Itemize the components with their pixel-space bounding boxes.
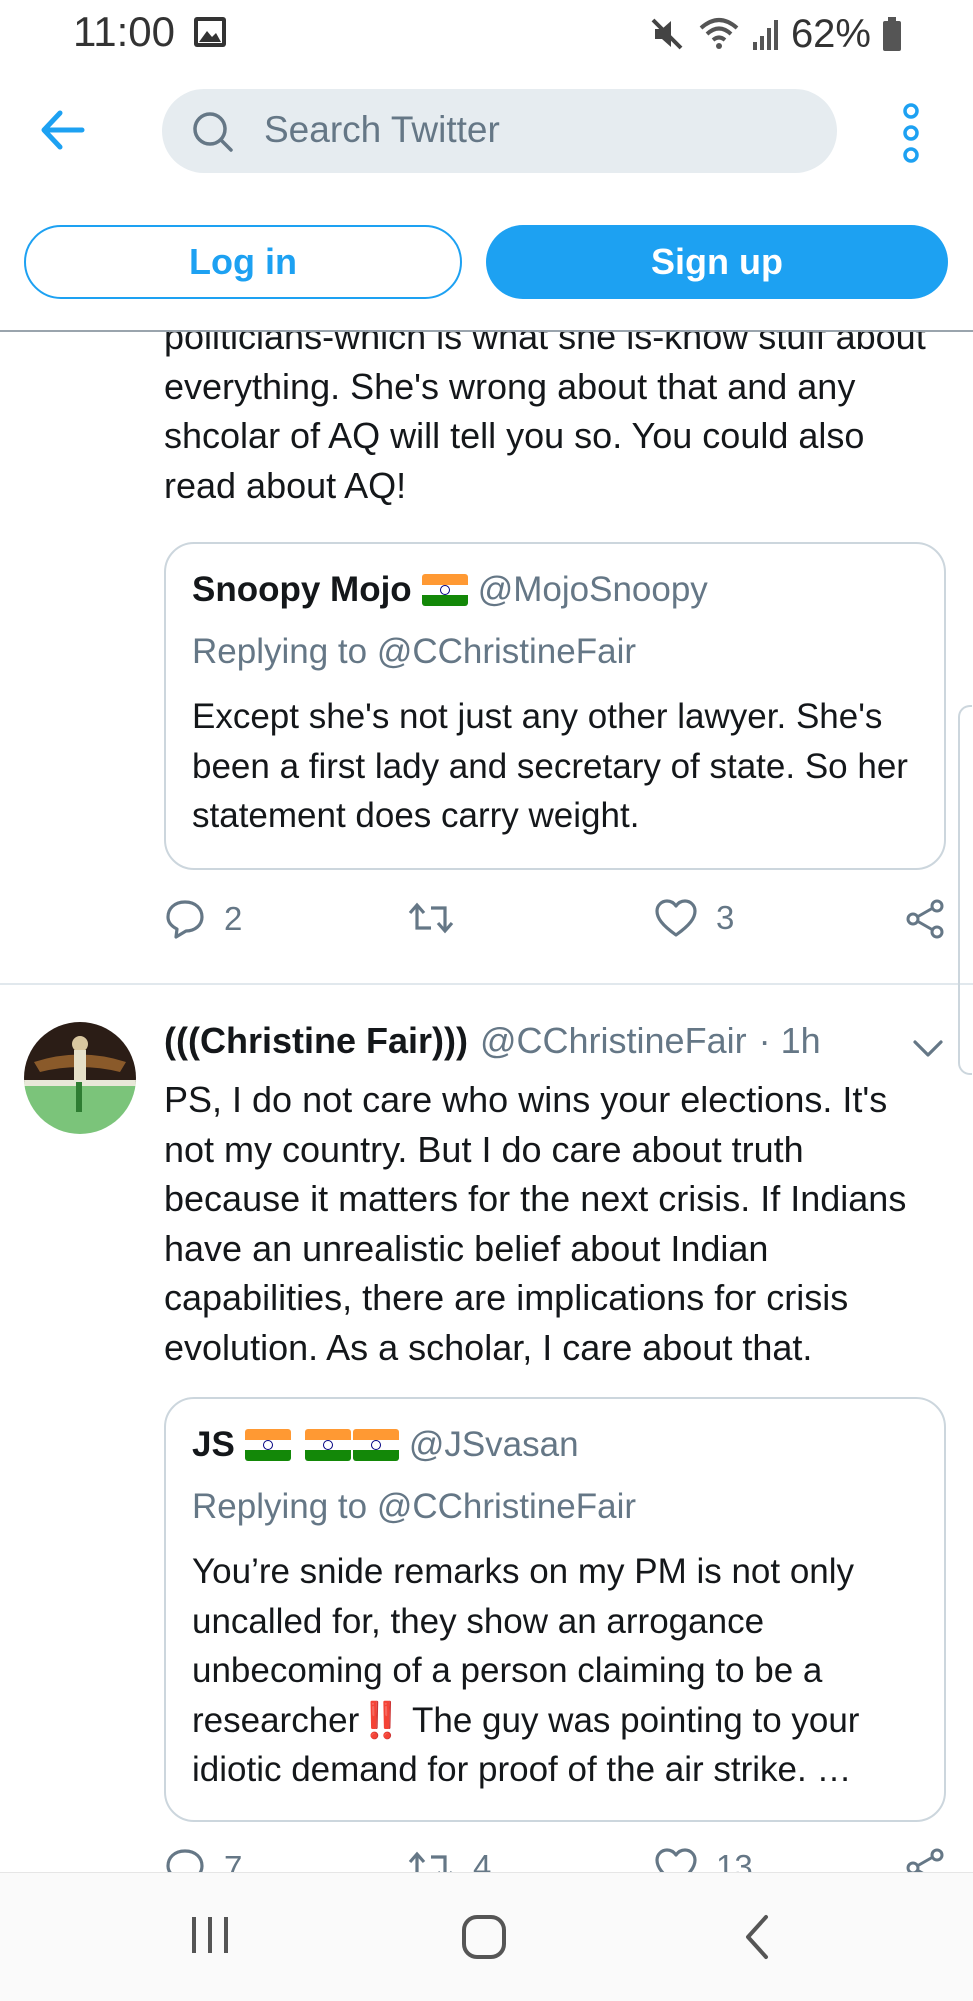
tweet-actions: 7 4 13: [164, 1847, 954, 1872]
india-flag-icon: [421, 574, 468, 606]
search-input[interactable]: Search Twitter: [162, 89, 837, 173]
home-icon[interactable]: [460, 1913, 508, 1961]
tweet-actions: 2 3: [164, 898, 954, 948]
retweet-icon: [408, 902, 454, 934]
avatar[interactable]: [24, 1022, 136, 1134]
scrollbar[interactable]: [958, 705, 972, 1075]
status-time: 11:00: [73, 8, 175, 55]
heart-icon: [655, 899, 697, 937]
like-count: 13: [716, 1848, 753, 1872]
quote-author-handle: @JSvasan: [408, 1425, 579, 1464]
tweet-header: (((Christine Fair))) @CChristineFair · 1…: [164, 1020, 821, 1062]
quote-author-handle: @MojoSnoopy: [477, 570, 708, 609]
quote-author-name: JS: [192, 1425, 235, 1464]
search-icon: [193, 112, 233, 152]
quoted-tweet[interactable]: Snoopy Mojo @MojoSnoopy Replying to @CCh…: [164, 542, 946, 870]
retweet-action[interactable]: [407, 898, 455, 938]
recent-apps-icon[interactable]: [188, 1913, 232, 1957]
tweet-text: politicians-which is what she is-know st…: [164, 332, 926, 506]
chevron-down-icon[interactable]: [912, 1038, 944, 1060]
quote-replying-to: Replying to @CChristineFair: [192, 1487, 637, 1526]
retweet-count: 4: [473, 1848, 492, 1872]
signal-icon: [752, 20, 778, 50]
heart-icon: [655, 1848, 697, 1872]
retweet-icon: [408, 1851, 452, 1872]
share-action[interactable]: [904, 1847, 946, 1872]
quote-author-name: Snoopy Mojo: [192, 570, 412, 609]
search-placeholder: Search Twitter: [264, 109, 500, 150]
reply-icon: [166, 1849, 204, 1872]
auth-buttons: Log in Sign up: [0, 225, 973, 305]
india-flag-icon: [304, 1429, 351, 1461]
india-flag-icon: [244, 1429, 291, 1461]
quote-text: You’re snide remarks on my PM is not onl…: [192, 1547, 922, 1795]
india-flag-icon: [352, 1429, 399, 1461]
back-arrow-icon[interactable]: [38, 109, 86, 151]
tweet-author-name[interactable]: (((Christine Fair))): [164, 1020, 468, 1062]
retweet-action[interactable]: 4: [407, 1847, 491, 1872]
quote-replying-to: Replying to @CChristineFair: [192, 632, 637, 671]
tweet-timestamp[interactable]: · 1h: [759, 1020, 821, 1062]
wifi-icon: [699, 18, 739, 49]
status-bar: 11:00 62%: [0, 0, 973, 68]
reply-count: 7: [224, 1849, 243, 1872]
share-icon: [906, 899, 944, 939]
reply-action[interactable]: 7: [164, 1847, 242, 1872]
system-nav-bar: [0, 1872, 973, 2001]
battery-percent: 62%: [790, 11, 871, 56]
reply-count: 2: [224, 900, 243, 937]
reply-action[interactable]: 2: [164, 898, 242, 940]
quote-text: Except she's not just any other lawyer. …: [192, 697, 908, 835]
like-action[interactable]: 13: [654, 1847, 753, 1872]
battery-icon: [883, 17, 901, 51]
quote-header: JS @JSvasan: [192, 1425, 579, 1465]
share-action[interactable]: [904, 898, 946, 940]
like-count: 3: [716, 899, 735, 936]
tweet-text: PS, I do not care who wins your election…: [164, 1079, 907, 1368]
more-options-icon[interactable]: [900, 103, 922, 163]
tweet-divider: [0, 983, 973, 985]
login-button[interactable]: Log in: [24, 225, 462, 299]
avatar-image: [24, 1022, 136, 1134]
quoted-tweet[interactable]: JS @JSvasan Replying to @CChristineFair …: [164, 1397, 946, 1822]
share-icon: [906, 1848, 944, 1872]
top-bar: Search Twitter: [0, 85, 973, 175]
status-right: 62%: [647, 12, 903, 56]
double-exclamation-emoji: ‼️: [359, 1700, 403, 1740]
timeline[interactable]: politicians-which is what she is-know st…: [0, 332, 973, 1872]
quote-header: Snoopy Mojo @MojoSnoopy: [192, 570, 708, 610]
tweet-author-handle[interactable]: @CChristineFair: [480, 1020, 747, 1062]
like-action[interactable]: 3: [654, 898, 734, 938]
image-icon: [194, 17, 226, 47]
back-icon[interactable]: [742, 1913, 772, 1961]
signup-button[interactable]: Sign up: [486, 225, 948, 299]
reply-icon: [166, 900, 204, 939]
mute-icon: [651, 18, 683, 50]
